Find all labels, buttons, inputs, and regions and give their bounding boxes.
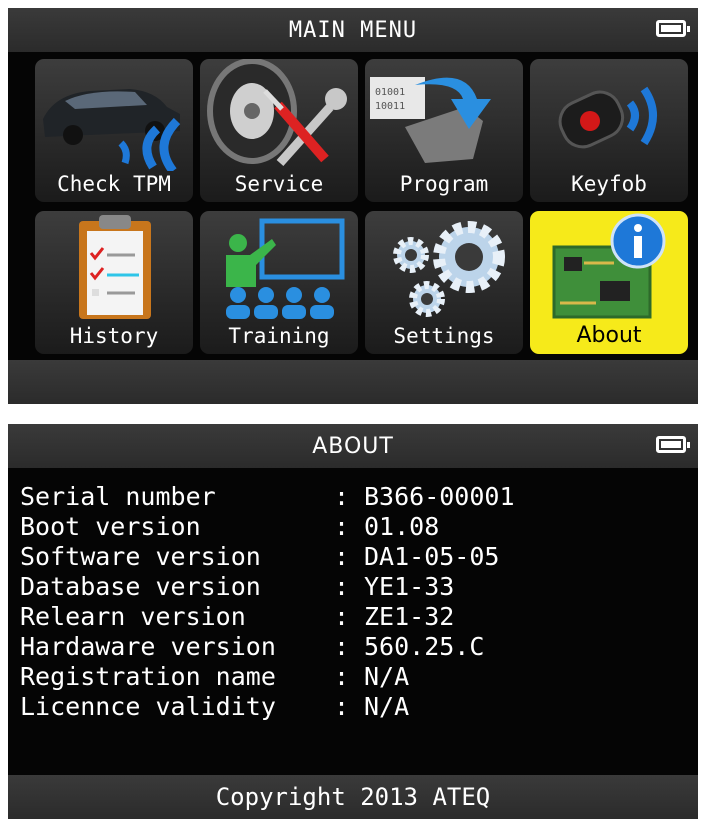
tile-label: About <box>576 323 642 348</box>
info-value: B366-00001 <box>364 482 515 511</box>
about-screen: ABOUT Serial number: B366-00001 Boot vers… <box>8 424 698 819</box>
training-icon <box>226 218 345 319</box>
tile-label: Check TPM <box>57 172 171 196</box>
info-row: Licennce validity: N/A <box>20 692 515 722</box>
clipboard-icon <box>79 215 151 319</box>
info-value: 560.25.C <box>364 632 485 661</box>
info-row: Registration name: N/A <box>20 662 515 692</box>
info-value: 01.08 <box>364 512 440 541</box>
info-key: Registration name <box>20 662 276 691</box>
info-separator: : <box>334 692 350 721</box>
info-row: Relearn version: ZE1-32 <box>20 602 515 632</box>
tile-settings[interactable]: Settings <box>365 211 523 354</box>
info-separator: : <box>334 542 350 571</box>
info-row: Software version: DA1-05-05 <box>20 542 515 572</box>
tile-history[interactable]: History <box>35 211 193 354</box>
info-key: Hardaware version <box>20 632 276 661</box>
info-separator: : <box>334 602 350 631</box>
battery-icon <box>656 20 690 37</box>
tire-tools-icon <box>207 59 347 166</box>
svg-text:01001: 01001 <box>375 87 405 98</box>
about-titlebar: ABOUT <box>8 424 698 468</box>
info-value: N/A <box>364 662 410 691</box>
car-sensor-icon <box>43 89 181 171</box>
tile-label: Service <box>234 172 324 196</box>
info-key: Software version <box>20 542 261 571</box>
info-value: N/A <box>364 692 410 721</box>
svg-text:10011: 10011 <box>375 101 405 112</box>
battery-icon <box>656 436 690 453</box>
tile-label: History <box>69 324 159 348</box>
info-separator: : <box>334 662 350 691</box>
about-title: ABOUT <box>312 433 394 459</box>
info-value: YE1-33 <box>364 572 455 601</box>
info-value: DA1-05-05 <box>364 542 500 571</box>
info-separator: : <box>334 632 350 661</box>
tile-label: Training <box>228 324 330 348</box>
info-row: Hardaware version:560.25.C <box>20 632 515 662</box>
tile-label: Program <box>399 172 489 196</box>
info-key: Serial number <box>20 482 216 511</box>
main-menu-titlebar: MAIN MENU <box>8 8 698 52</box>
tile-service[interactable]: Service <box>200 59 358 202</box>
main-menu-screen: MAIN MENU Check TPM Service 01001 10011 … <box>8 8 698 404</box>
info-value: ZE1-32 <box>364 602 455 631</box>
tile-check-tpm[interactable]: Check TPM <box>35 59 193 202</box>
tile-training[interactable]: Training <box>200 211 358 354</box>
info-row: Boot version:01.08 <box>20 512 515 542</box>
tile-label: Settings <box>393 324 495 348</box>
info-board-icon <box>552 213 666 319</box>
info-key: Database version <box>20 572 261 601</box>
main-menu-footer <box>8 360 698 404</box>
tile-keyfob[interactable]: Keyfob <box>530 59 688 202</box>
info-separator: : <box>334 572 350 601</box>
keyfob-icon <box>558 86 657 149</box>
copyright-bar: Copyright 2013 ATEQ <box>8 775 698 819</box>
about-info-list: Serial number: B366-00001 Boot version:01… <box>20 482 515 722</box>
gears-icon <box>393 221 505 317</box>
tile-about[interactable]: About <box>530 211 688 354</box>
tile-program[interactable]: 01001 10011 Program <box>365 59 523 202</box>
tile-label: Keyfob <box>571 172 647 196</box>
main-menu-title: MAIN MENU <box>288 17 418 43</box>
info-key: Licennce validity <box>20 692 276 721</box>
info-separator: : <box>334 512 350 541</box>
info-separator: : <box>334 482 350 511</box>
info-key: Relearn version <box>20 602 246 631</box>
program-sensor-icon: 01001 10011 <box>370 77 491 163</box>
copyright-text: Copyright 2013 ATEQ <box>215 783 491 811</box>
info-row: Serial number: B366-00001 <box>20 482 515 512</box>
info-row: Database version: YE1-33 <box>20 572 515 602</box>
info-key: Boot version <box>20 512 201 541</box>
